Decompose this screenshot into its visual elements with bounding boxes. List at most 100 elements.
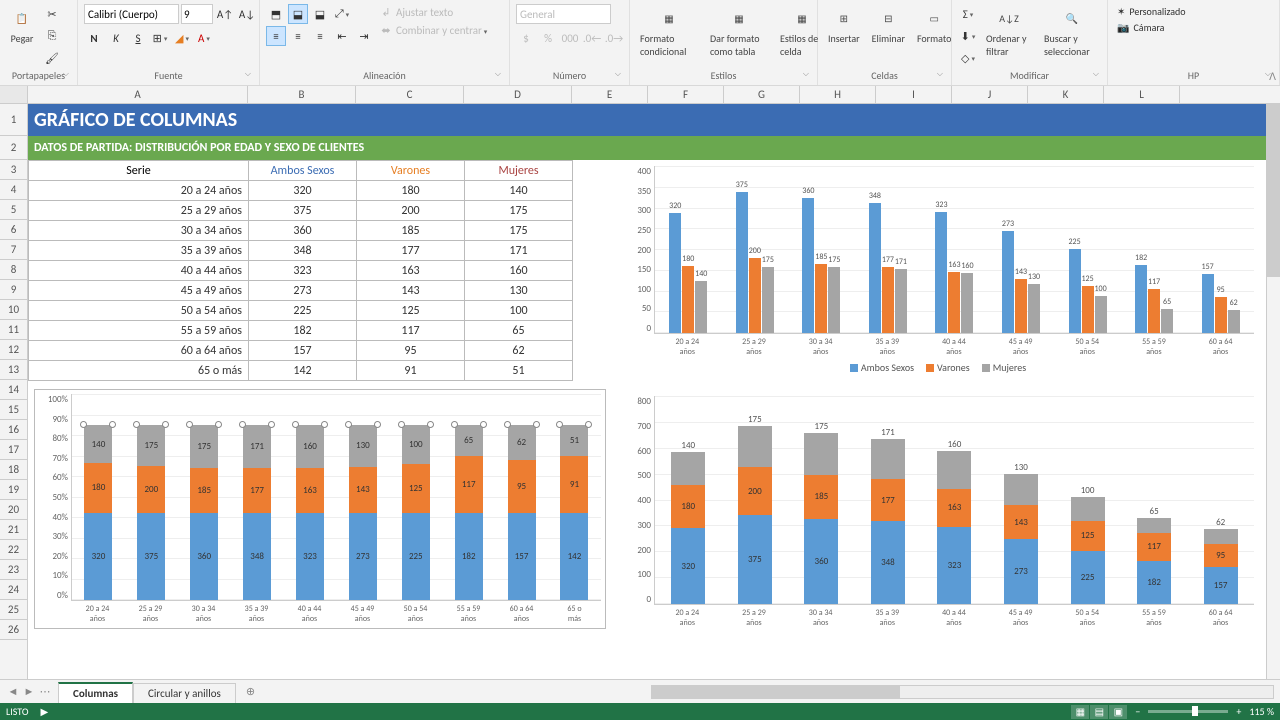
col-header-B[interactable]: B — [248, 86, 356, 103]
camera-button[interactable]: 📷Cámara — [1117, 21, 1270, 34]
font-shrink-button[interactable]: A↓ — [237, 4, 257, 24]
row-header-15[interactable]: 15 — [0, 400, 27, 420]
worksheet-cells[interactable]: GRÁFICO DE COLUMNAS DATOS DE PARTIDA: DI… — [28, 104, 1280, 679]
align-center-button[interactable]: ≡ — [288, 26, 308, 46]
format-painter-button[interactable]: 🖌 — [42, 48, 62, 68]
select-all-corner[interactable] — [0, 86, 28, 103]
row-header-11[interactable]: 11 — [0, 320, 27, 340]
customize-button[interactable]: ✶Personalizado — [1117, 5, 1270, 18]
paste-button[interactable]: 📋 Pegar — [6, 4, 38, 47]
cut-button[interactable]: ✂ — [42, 4, 62, 24]
fill-button[interactable]: ⬇ — [958, 26, 978, 46]
zoom-out-button[interactable]: − — [1135, 705, 1140, 718]
col-header-I[interactable]: I — [876, 86, 952, 103]
row-header-8[interactable]: 8 — [0, 260, 27, 280]
row-header-26[interactable]: 26 — [0, 620, 27, 640]
col-header-K[interactable]: K — [1028, 86, 1104, 103]
zoom-slider[interactable] — [1148, 710, 1228, 713]
align-bottom-button[interactable]: ⬓ — [310, 4, 330, 24]
dec-inc-button[interactable]: .0← — [582, 28, 602, 48]
merge-button[interactable]: Combinar y centrar — [396, 24, 487, 37]
fill-color-button[interactable]: ◢ — [172, 28, 192, 48]
col-header-J[interactable]: J — [952, 86, 1028, 103]
view-pagebreak-button[interactable]: ▣ — [1109, 705, 1127, 719]
tab-columnas[interactable]: Columnas — [58, 682, 133, 703]
number-format-select[interactable] — [516, 4, 611, 24]
orientation-button[interactable]: ⤢ — [332, 4, 352, 24]
chart-stacked-100[interactable]: 0%10%20%30%40%50%60%70%80%90%100% 320180… — [34, 389, 606, 629]
underline-button[interactable]: S — [128, 28, 148, 48]
vertical-scrollbar[interactable] — [1266, 104, 1280, 679]
tab-nav-prev[interactable]: ◄ — [6, 685, 20, 698]
col-header-D[interactable]: D — [464, 86, 572, 103]
find-select-button[interactable]: 🔍Buscar y seleccionar — [1040, 4, 1104, 60]
tab-nav-next[interactable]: ► — [22, 685, 36, 698]
sort-filter-button[interactable]: A↓ZOrdenar y filtrar — [982, 4, 1036, 60]
chart-clustered[interactable]: 050100150200250300350400 320180140375200… — [618, 162, 1258, 382]
row-header-10[interactable]: 10 — [0, 300, 27, 320]
wrap-text-button[interactable]: Ajustar texto — [396, 6, 453, 19]
delete-cells-button[interactable]: ⊟Eliminar — [868, 4, 909, 47]
row-header-7[interactable]: 7 — [0, 240, 27, 260]
border-button[interactable]: ⊞ — [150, 28, 170, 48]
chart-stacked[interactable]: 0100200300400500600700800 32018014037520… — [618, 392, 1258, 632]
col-header-F[interactable]: F — [648, 86, 724, 103]
row-header-3[interactable]: 3 — [0, 160, 27, 180]
currency-button[interactable]: $ — [516, 28, 536, 48]
row-header-21[interactable]: 21 — [0, 520, 27, 540]
macro-record-icon[interactable]: ▶ — [40, 705, 48, 718]
row-header-4[interactable]: 4 — [0, 180, 27, 200]
format-table-button[interactable]: ▦Dar formato como tabla — [706, 4, 772, 60]
indent-dec-button[interactable]: ⇤ — [332, 26, 352, 46]
clear-button[interactable]: ◇ — [958, 48, 978, 68]
row-header-22[interactable]: 22 — [0, 540, 27, 560]
row-header-2[interactable]: 2 — [0, 136, 27, 160]
row-header-9[interactable]: 9 — [0, 280, 27, 300]
row-header-25[interactable]: 25 — [0, 600, 27, 620]
tab-nav-menu[interactable]: ⋯ — [38, 685, 52, 698]
col-header-G[interactable]: G — [724, 86, 800, 103]
horizontal-scrollbar[interactable] — [651, 685, 1274, 699]
align-left-button[interactable]: ≡ — [266, 26, 286, 46]
conditional-format-button[interactable]: ▦Formato condicional — [636, 4, 702, 60]
col-header-C[interactable]: C — [356, 86, 464, 103]
collapse-ribbon-button[interactable]: ᐱ — [1269, 70, 1276, 83]
zoom-in-button[interactable]: + — [1236, 705, 1241, 718]
percent-button[interactable]: % — [538, 28, 558, 48]
view-layout-button[interactable]: ▤ — [1090, 705, 1108, 719]
zoom-level[interactable]: 115 % — [1249, 705, 1274, 718]
row-header-20[interactable]: 20 — [0, 500, 27, 520]
font-grow-button[interactable]: A↑ — [215, 4, 235, 24]
autosum-button[interactable]: Σ — [958, 4, 978, 24]
tab-add-button[interactable]: ⊕ — [236, 682, 265, 701]
row-header-17[interactable]: 17 — [0, 440, 27, 460]
col-header-H[interactable]: H — [800, 86, 876, 103]
format-cells-button[interactable]: ▭Formato — [913, 4, 955, 47]
row-header-19[interactable]: 19 — [0, 480, 27, 500]
font-size-select[interactable] — [181, 4, 213, 24]
italic-button[interactable]: K — [106, 28, 126, 48]
copy-button[interactable]: ⎘ — [42, 26, 62, 46]
font-color-button[interactable]: A — [194, 28, 214, 48]
row-header-14[interactable]: 14 — [0, 380, 27, 400]
row-header-23[interactable]: 23 — [0, 560, 27, 580]
insert-cells-button[interactable]: ⊞Insertar — [824, 4, 864, 47]
row-header-5[interactable]: 5 — [0, 200, 27, 220]
comma-button[interactable]: 000 — [560, 28, 580, 48]
col-header-E[interactable]: E — [572, 86, 648, 103]
row-header-6[interactable]: 6 — [0, 220, 27, 240]
col-header-A[interactable]: A — [28, 86, 248, 103]
tab-circular[interactable]: Circular y anillos — [133, 683, 236, 703]
indent-inc-button[interactable]: ⇥ — [354, 26, 374, 46]
align-top-button[interactable]: ⬒ — [266, 4, 286, 24]
row-header-16[interactable]: 16 — [0, 420, 27, 440]
row-header-13[interactable]: 13 — [0, 360, 27, 380]
dec-dec-button[interactable]: .0→ — [604, 28, 624, 48]
row-header-24[interactable]: 24 — [0, 580, 27, 600]
align-middle-button[interactable]: ⬓ — [288, 4, 308, 24]
row-header-12[interactable]: 12 — [0, 340, 27, 360]
font-name-select[interactable] — [84, 4, 179, 24]
bold-button[interactable]: N — [84, 28, 104, 48]
row-header-18[interactable]: 18 — [0, 460, 27, 480]
row-header-1[interactable]: 1 — [0, 104, 27, 136]
